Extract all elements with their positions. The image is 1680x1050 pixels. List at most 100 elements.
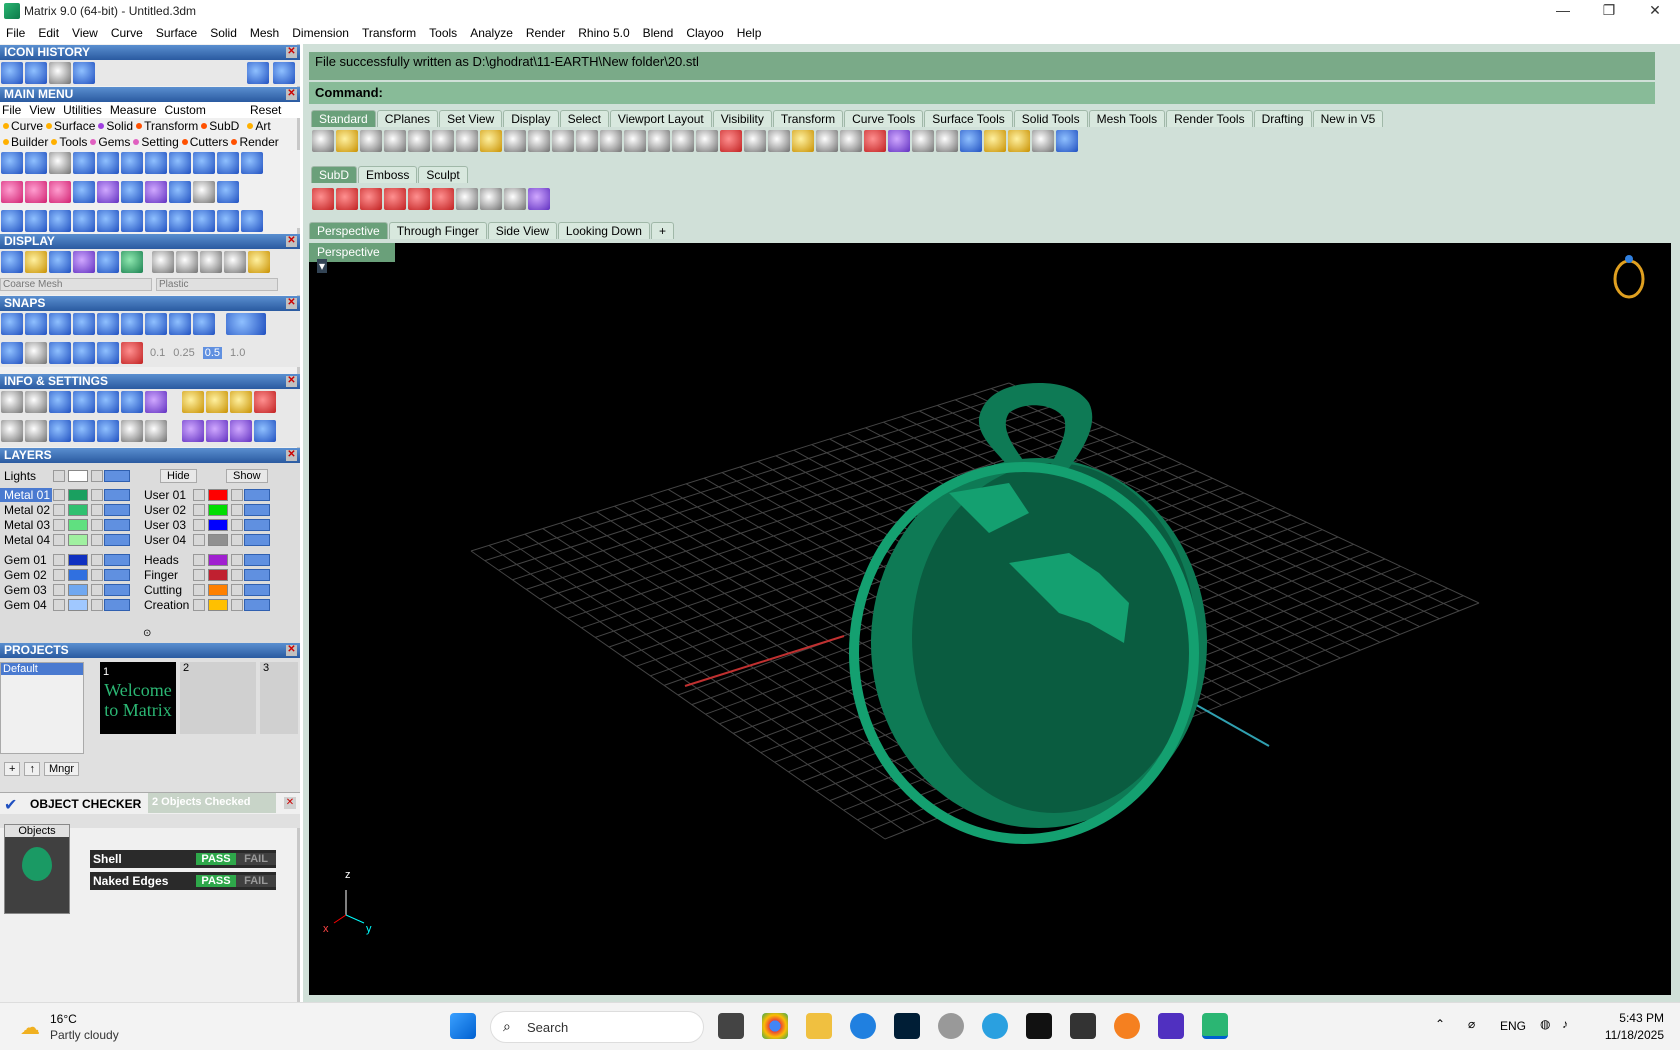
globe-icon[interactable]: ◍ — [1540, 1017, 1550, 1031]
tab-toolbar-1[interactable]: CPlanes — [376, 110, 439, 127]
mm-cutters[interactable]: Cutters — [190, 135, 229, 149]
command-prompt[interactable]: Command: — [309, 82, 1655, 104]
network-icon[interactable]: ⌀ — [1468, 1017, 1475, 1031]
material-select[interactable]: Plastic — [156, 278, 278, 291]
layer-color[interactable] — [68, 534, 88, 546]
lock-icon[interactable] — [231, 519, 243, 531]
weather-text[interactable]: Partly cloudy — [50, 1028, 119, 1042]
expand-arrow-icon[interactable] — [53, 519, 65, 531]
tool-icon[interactable] — [230, 391, 252, 413]
maximize-button[interactable]: ❐ — [1586, 0, 1632, 22]
layer-row[interactable]: Metal 03 — [0, 517, 130, 533]
tool-icon[interactable] — [73, 152, 95, 174]
menu-tools[interactable]: Tools — [429, 26, 457, 40]
light-bulb-icon[interactable] — [816, 130, 838, 152]
layer-row[interactable]: Gem 04 — [0, 597, 130, 613]
mm-art[interactable]: Art — [255, 119, 270, 133]
menu-file[interactable]: File — [6, 26, 25, 40]
layer-color[interactable] — [68, 599, 88, 611]
tab-sub-1[interactable]: Emboss — [358, 166, 418, 183]
layer-row[interactable]: User 04 — [140, 532, 270, 548]
tab-toolbar-12[interactable]: Render Tools — [1166, 110, 1253, 127]
layer-color[interactable] — [208, 569, 228, 581]
capcut-icon[interactable] — [1026, 1013, 1052, 1039]
check-icon[interactable] — [169, 181, 191, 203]
layer-row[interactable]: Finger — [140, 567, 270, 583]
tab-toolbar-14[interactable]: New in V5 — [1312, 110, 1384, 127]
tool-icon[interactable] — [169, 152, 191, 174]
tab-toolbar-8[interactable]: Curve Tools — [844, 110, 924, 127]
lock-icon[interactable] — [231, 554, 243, 566]
layer-visibility[interactable] — [104, 489, 130, 501]
snap-icon[interactable] — [73, 313, 95, 335]
search-icon[interactable] — [25, 391, 47, 413]
layer-row[interactable]: User 01 — [140, 487, 270, 503]
tool-icon[interactable] — [230, 420, 252, 442]
reset-button[interactable]: Reset — [250, 103, 281, 117]
layer-visibility[interactable] — [104, 470, 130, 482]
sphere-icon[interactable] — [936, 130, 958, 152]
tool-icon[interactable] — [384, 188, 406, 210]
snap-icon[interactable] — [97, 313, 119, 335]
back-arrow-icon[interactable] — [247, 62, 269, 84]
save-icon[interactable] — [360, 130, 382, 152]
lock-icon[interactable] — [231, 599, 243, 611]
snap-icon[interactable] — [1, 313, 23, 335]
clock-date[interactable]: 11/18/2025 — [1596, 1028, 1664, 1042]
windows-start-icon[interactable] — [450, 1013, 476, 1039]
snap-icon[interactable] — [49, 313, 71, 335]
tool-icon[interactable] — [1, 210, 23, 232]
render-icon[interactable] — [49, 251, 71, 273]
layer-row[interactable]: Gem 01 — [0, 552, 130, 568]
expand-arrow-icon[interactable] — [53, 489, 65, 501]
lock-icon[interactable] — [91, 504, 103, 516]
layer-row[interactable]: Metal 01 — [0, 487, 130, 503]
material-icon[interactable] — [176, 251, 198, 273]
tool-icon[interactable] — [97, 251, 119, 273]
tool-icon[interactable] — [217, 210, 239, 232]
layer-row[interactable]: User 02 — [140, 502, 270, 518]
tab-sub-2[interactable]: Sculpt — [418, 166, 468, 183]
mm-gems[interactable]: Gems — [98, 135, 130, 149]
layer-visibility[interactable] — [104, 534, 130, 546]
mm-measure[interactable]: Measure — [110, 103, 157, 117]
menu-render[interactable]: Render — [526, 26, 565, 40]
expand-arrow-icon[interactable] — [193, 504, 205, 516]
mm-builder[interactable]: Builder — [11, 135, 48, 149]
tab-toolbar-7[interactable]: Transform — [772, 110, 844, 127]
undo-icon[interactable] — [504, 130, 526, 152]
tool-icon[interactable] — [25, 152, 47, 174]
tab-toolbar-5[interactable]: Viewport Layout — [609, 110, 712, 127]
layer-visibility[interactable] — [244, 489, 270, 501]
layer-visibility[interactable] — [104, 504, 130, 516]
pass-badge[interactable]: PASS — [196, 875, 236, 887]
menu-edit[interactable]: Edit — [38, 26, 59, 40]
close-icon[interactable]: ✕ — [286, 89, 297, 100]
tool-icon[interactable] — [193, 181, 215, 203]
lock-icon[interactable] — [91, 584, 103, 596]
lock-icon[interactable] — [231, 504, 243, 516]
circle-tool-icon[interactable] — [1, 152, 23, 174]
mesh-select[interactable]: Coarse Mesh — [0, 278, 152, 291]
snap-value[interactable]: 0.25 — [173, 347, 194, 359]
menu-blend[interactable]: Blend — [643, 26, 674, 40]
layer-visibility[interactable] — [244, 504, 270, 516]
layer-color[interactable] — [68, 584, 88, 596]
tool-icon[interactable] — [768, 130, 790, 152]
close-icon[interactable]: ✕ — [286, 450, 297, 461]
layer-visibility[interactable] — [104, 599, 130, 611]
layer-color[interactable] — [208, 599, 228, 611]
mm-view[interactable]: View — [29, 103, 55, 117]
layer-color[interactable] — [208, 489, 228, 501]
more-icon[interactable] — [504, 188, 526, 210]
close-button[interactable]: ✕ — [1632, 0, 1678, 22]
tool-icon[interactable] — [73, 420, 95, 442]
tool-icon[interactable] — [121, 342, 143, 364]
tab-view-2[interactable]: Side View — [487, 222, 557, 239]
tool-icon[interactable] — [145, 181, 167, 203]
minimize-button[interactable]: — — [1540, 0, 1586, 22]
tool-icon[interactable] — [121, 181, 143, 203]
tool-icon[interactable] — [121, 210, 143, 232]
move-icon[interactable] — [97, 210, 119, 232]
new-file-icon[interactable] — [312, 130, 334, 152]
